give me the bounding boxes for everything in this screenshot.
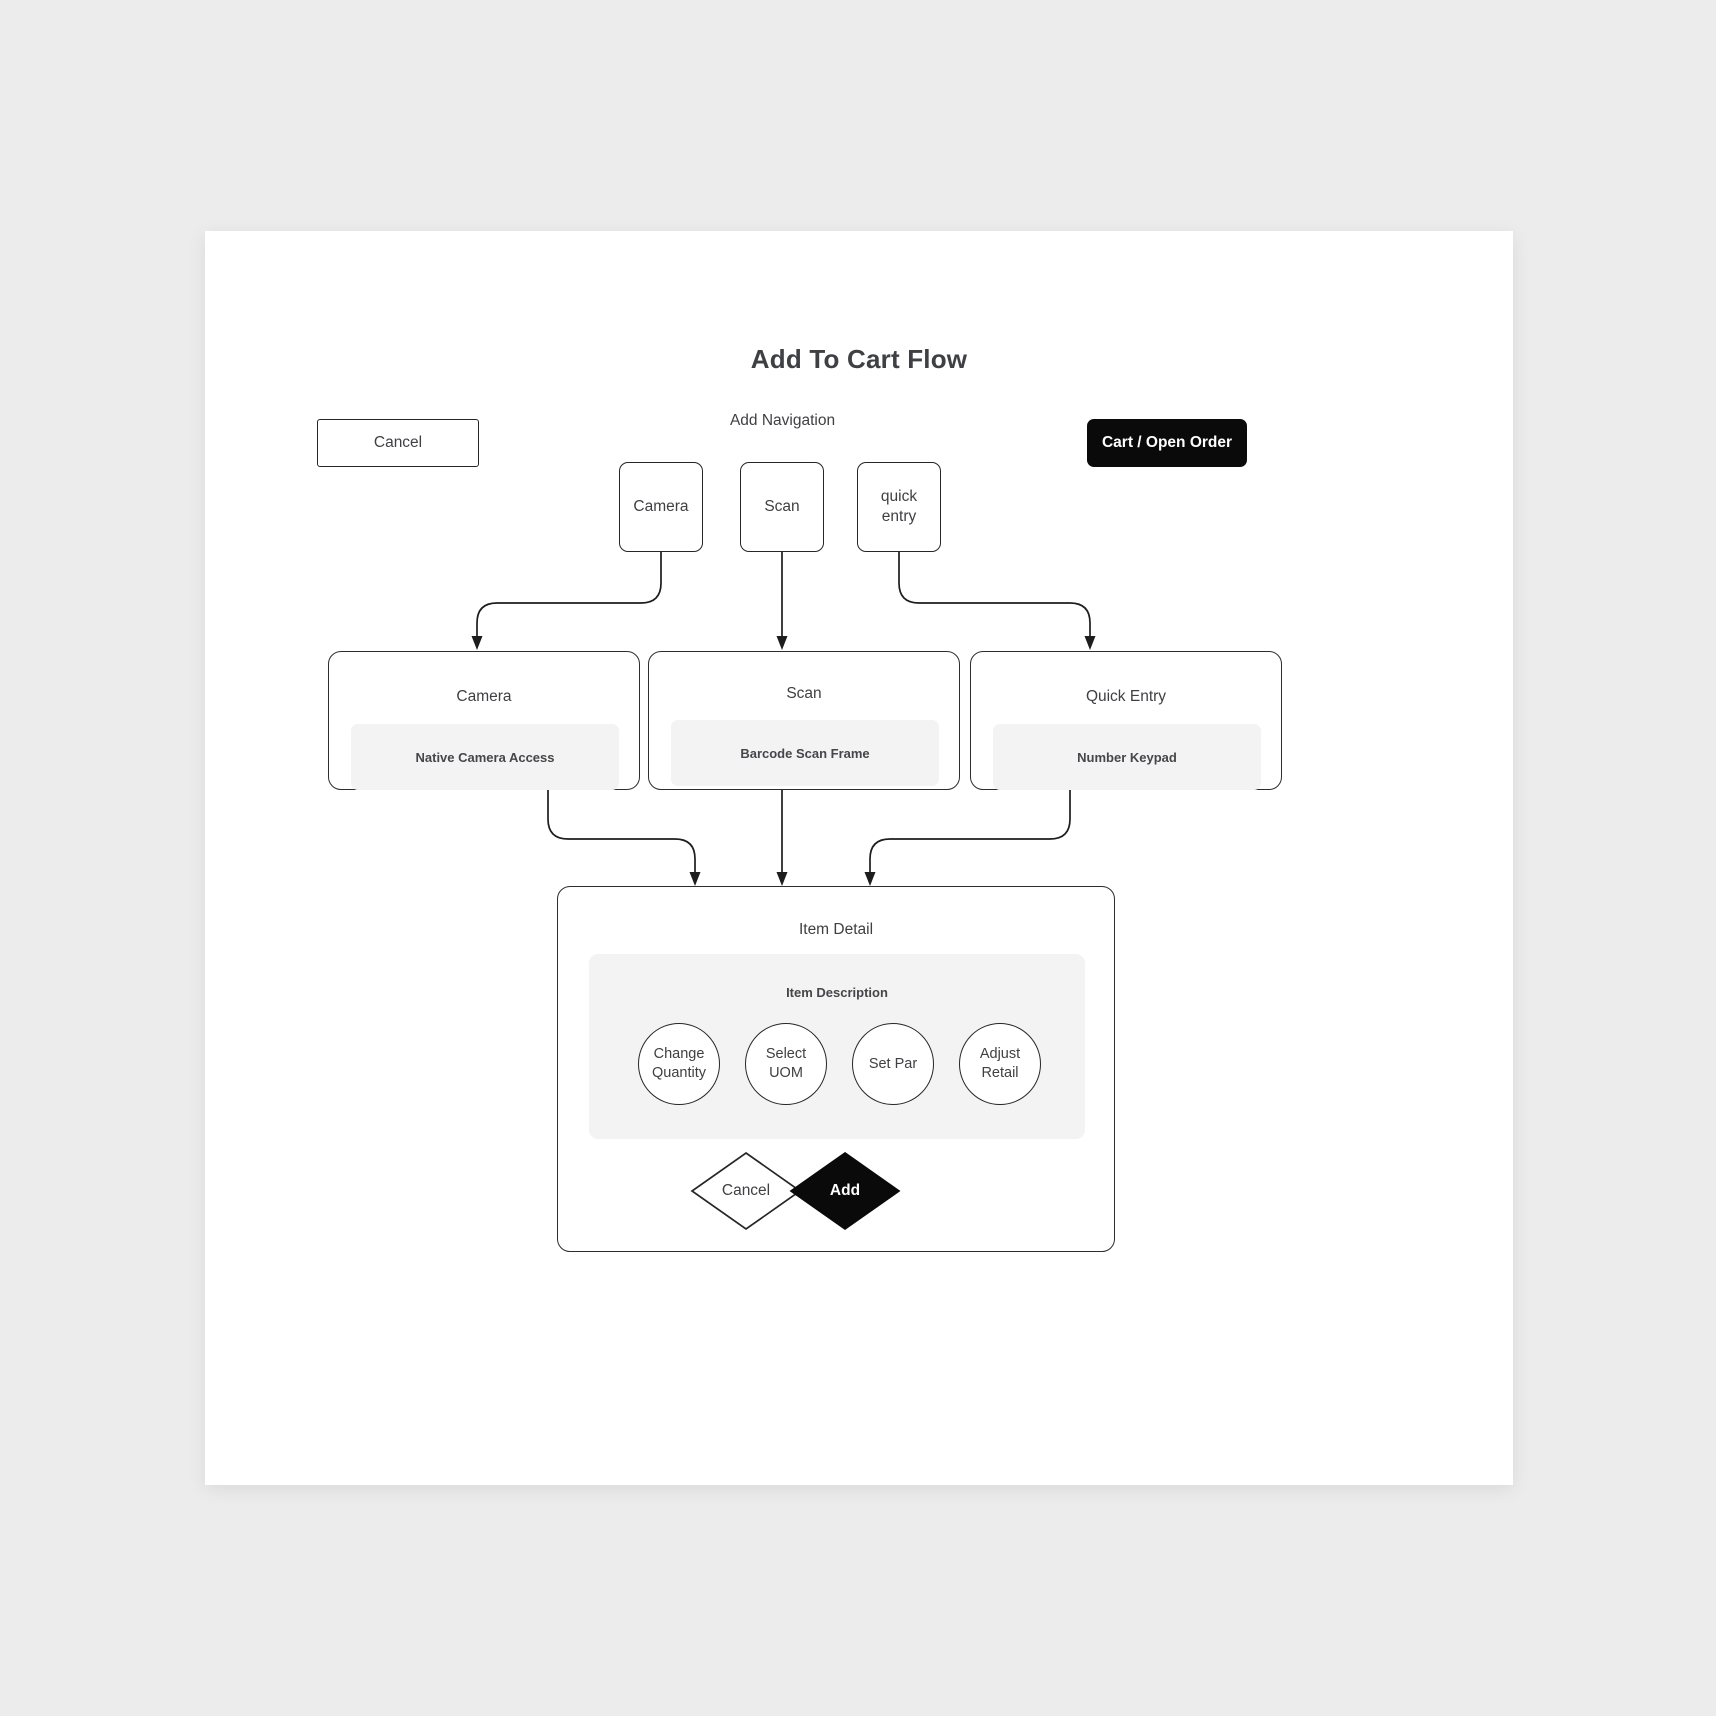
item-detail-card[interactable]: Item Detail Item Description Change Quan… bbox=[557, 886, 1115, 1252]
arrowhead-quick-entry bbox=[1084, 636, 1096, 650]
camera-preview-label: Native Camera Access bbox=[415, 749, 555, 765]
nav-box-camera[interactable]: Camera bbox=[619, 462, 703, 552]
item-detail-add-label: Add bbox=[829, 1182, 861, 1199]
cart-open-order-label: Cart / Open Order bbox=[1101, 434, 1233, 451]
action-change-quantity[interactable]: Change Quantity bbox=[638, 1023, 720, 1105]
screen-card-quick-entry-title: Quick Entry bbox=[1085, 688, 1167, 705]
action-adjust-retail-label: Adjust Retail bbox=[979, 1046, 1021, 1081]
nav-box-scan-label: Scan bbox=[764, 497, 800, 515]
flow-stage: Add To Cart Flow Cancel Add Navigation C… bbox=[205, 231, 1513, 1485]
action-select-uom[interactable]: Select UOM bbox=[745, 1023, 827, 1105]
item-detail-cancel-button[interactable]: Cancel bbox=[690, 1151, 802, 1231]
nav-box-quick-entry[interactable]: quick entry bbox=[857, 462, 941, 552]
camera-preview-panel: Native Camera Access bbox=[351, 724, 619, 790]
action-adjust-retail[interactable]: Adjust Retail bbox=[959, 1023, 1041, 1105]
number-keypad-panel: Number Keypad bbox=[993, 724, 1261, 790]
action-change-quantity-label: Change Quantity bbox=[652, 1046, 706, 1081]
number-keypad-label: Number Keypad bbox=[1077, 749, 1177, 765]
connector-camera-detail bbox=[547, 790, 696, 874]
barcode-scan-label: Barcode Scan Frame bbox=[740, 745, 870, 761]
screen-card-camera[interactable]: Camera Native Camera Access bbox=[328, 651, 640, 790]
item-detail-add-button[interactable]: Add bbox=[789, 1151, 901, 1231]
add-navigation-label: Add Navigation bbox=[729, 412, 836, 429]
action-set-par[interactable]: Set Par bbox=[852, 1023, 934, 1105]
screen-card-scan-title: Scan bbox=[786, 685, 822, 702]
cancel-button-label: Cancel bbox=[373, 434, 423, 451]
screen-card-quick-entry[interactable]: Quick Entry Number Keypad bbox=[970, 651, 1282, 790]
barcode-scan-panel: Barcode Scan Frame bbox=[671, 720, 939, 786]
cancel-button[interactable]: Cancel bbox=[317, 419, 479, 467]
item-detail-cancel-label: Cancel bbox=[721, 1182, 771, 1199]
nav-box-scan[interactable]: Scan bbox=[740, 462, 824, 552]
arrowhead-camera-detail bbox=[689, 872, 701, 886]
arrowhead-camera bbox=[471, 636, 483, 650]
nav-box-camera-label: Camera bbox=[633, 497, 689, 515]
connector-quick-entry bbox=[898, 552, 1091, 638]
arrowhead-scan-detail bbox=[776, 872, 788, 886]
action-set-par-label: Set Par bbox=[868, 1055, 918, 1072]
item-description-label: Item Description bbox=[786, 985, 888, 1000]
arrowhead-quick-detail bbox=[864, 872, 876, 886]
nav-box-quick-entry-label: quick entry bbox=[880, 487, 918, 525]
item-detail-title: Item Detail bbox=[798, 921, 874, 938]
screen-card-camera-title: Camera bbox=[456, 688, 512, 705]
connector-quick-detail bbox=[869, 790, 1071, 874]
cart-open-order-button[interactable]: Cart / Open Order bbox=[1087, 419, 1247, 467]
page-title: Add To Cart Flow bbox=[750, 344, 968, 374]
action-select-uom-label: Select UOM bbox=[765, 1046, 807, 1081]
connector-camera bbox=[476, 552, 662, 638]
arrowhead-scan bbox=[776, 636, 788, 650]
screen-card-scan[interactable]: Scan Barcode Scan Frame bbox=[648, 651, 960, 790]
item-description-panel: Item Description Change Quantity Select … bbox=[589, 954, 1085, 1139]
flow-canvas: Add To Cart Flow Cancel Add Navigation C… bbox=[205, 231, 1513, 1485]
